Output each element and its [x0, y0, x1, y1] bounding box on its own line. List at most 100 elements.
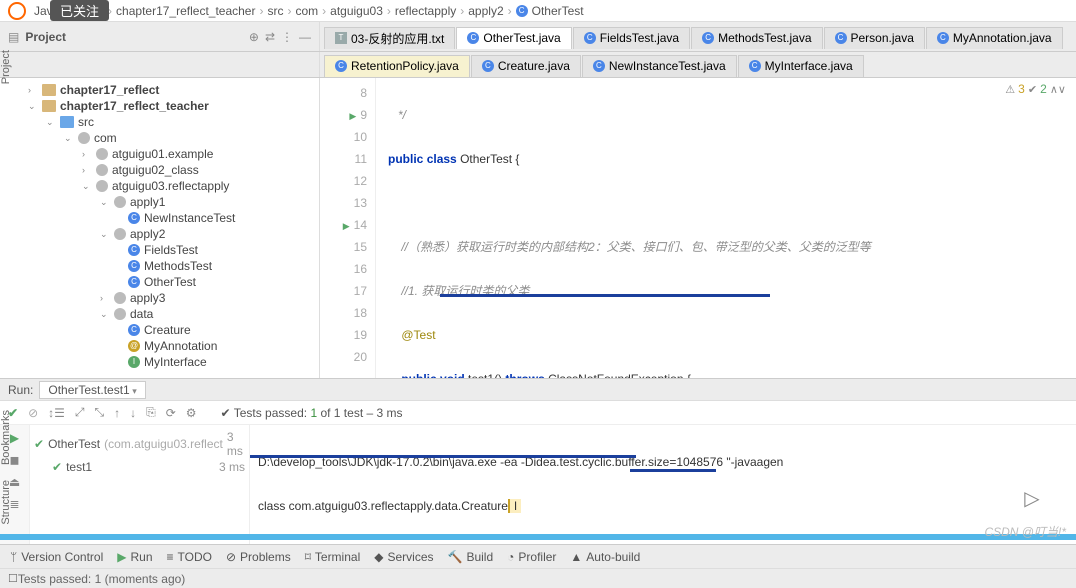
gear-icon[interactable]: ⚙ — [186, 406, 197, 420]
history-icon[interactable]: ⟳ — [166, 406, 176, 420]
todo-icon: ≡ — [167, 550, 174, 564]
bc-current[interactable]: OtherTest — [532, 4, 584, 18]
hide-icon[interactable]: — — [299, 30, 311, 44]
code-line: @Test — [388, 324, 1076, 346]
src-folder-icon — [60, 116, 74, 128]
tab-label: MyAnnotation.java — [953, 31, 1052, 45]
tree-node[interactable]: CMethodsTest — [0, 258, 319, 274]
package-icon — [96, 148, 108, 160]
sort-icon[interactable]: ↕☰ — [48, 406, 65, 420]
tab-retentionpolicy[interactable]: CRetentionPolicy.java — [324, 55, 470, 77]
project-tree[interactable]: ›chapter17_reflect ⌄chapter17_reflect_te… — [0, 78, 320, 378]
line-num[interactable]: 14 — [320, 214, 367, 236]
tab-run[interactable]: ▶Run — [117, 550, 152, 564]
export-icon[interactable]: ⎘ — [146, 405, 156, 420]
tree-node[interactable]: C FieldsTest — [0, 242, 319, 258]
tree-label: MyAnnotation — [144, 339, 217, 353]
test-node-root[interactable]: ✔OtherTest (com.atguigu03.reflect3 ms — [34, 429, 245, 459]
tab-txt[interactable]: T03-反射的应用.txt — [324, 27, 455, 49]
run-config-chip[interactable]: OtherTest.test1 — [39, 381, 145, 399]
test-node-child[interactable]: ✔test13 ms — [34, 459, 245, 475]
fail-icon[interactable]: ⊘ — [28, 406, 38, 420]
bc-item[interactable]: com — [295, 4, 318, 18]
hammer-icon: 🔨 — [448, 550, 463, 564]
tab-othertest[interactable]: COtherTest.java — [456, 27, 571, 49]
annotation-underline — [440, 294, 770, 297]
tab-terminal[interactable]: ⌑Terminal — [305, 550, 361, 564]
bc-item[interactable]: chapter17_reflect_teacher — [116, 4, 255, 18]
tab-myannotation[interactable]: CMyAnnotation.java — [926, 27, 1063, 49]
class-icon: C — [128, 244, 140, 256]
next-icon[interactable]: ↓ — [130, 406, 136, 420]
bc-item[interactable]: reflectapply — [395, 4, 456, 18]
tree-label: apply2 — [130, 227, 165, 241]
tree-node[interactable]: ⌄apply2 — [0, 226, 319, 242]
autobuild-icon: ▲ — [570, 550, 582, 564]
expand-all-icon[interactable]: ⤢ — [75, 405, 85, 420]
tab-todo[interactable]: ≡TODO — [167, 550, 212, 564]
tree-node[interactable]: CNewInstanceTest — [0, 210, 319, 226]
code-editor[interactable]: 8 9 10 11 12 13 14 15 16 17 18 19 20 */ … — [320, 78, 1076, 378]
tabs-row-2: CRetentionPolicy.java CCreature.java CNe… — [0, 52, 1076, 78]
tab-label: Person.java — [851, 31, 914, 45]
bc-item[interactable]: apply2 — [468, 4, 503, 18]
tab-autobuild[interactable]: ▲Auto-build — [570, 550, 640, 564]
tab-newinstancetest[interactable]: CNewInstanceTest.java — [582, 55, 737, 77]
test-tree[interactable]: ✔OtherTest (com.atguigu03.reflect3 ms ✔t… — [30, 425, 250, 544]
bc-item[interactable]: atguigu03 — [330, 4, 383, 18]
status-bar: ☐ Tests passed: 1 (moments ago) — [0, 568, 1076, 588]
tab-methodstest[interactable]: CMethodsTest.java — [691, 27, 822, 49]
tab-profiler[interactable]: ◔Profiler — [507, 550, 556, 564]
package-icon — [96, 180, 108, 192]
console-output[interactable]: D:\develop_tools\JDK\jdk-17.0.2\bin\java… — [250, 425, 1076, 544]
collapse-all-icon[interactable]: ⤡ — [95, 405, 105, 420]
code-body[interactable]: */ public class OtherTest { //（熟悉）获取运行时类… — [376, 78, 1076, 378]
tree-node[interactable]: ⌄chapter17_reflect_teacher — [0, 98, 319, 114]
tree-node[interactable]: @MyAnnotation — [0, 338, 319, 354]
tab-build[interactable]: 🔨Build — [448, 550, 494, 564]
bc-item[interactable]: src — [267, 4, 283, 18]
tree-label: data — [130, 307, 153, 321]
package-icon — [96, 164, 108, 176]
editor-tabs-2: CRetentionPolicy.java CCreature.java CNe… — [320, 53, 1076, 77]
tab-version-control[interactable]: ᛘVersion Control — [10, 550, 103, 564]
project-dropdown-icon[interactable]: ▤ — [8, 30, 19, 44]
tree-node[interactable]: ⌄data — [0, 306, 319, 322]
tree-node[interactable]: COtherTest — [0, 274, 319, 290]
tree-node[interactable]: ›atguigu01.example — [0, 146, 319, 162]
profiler-icon: ◔ — [507, 550, 514, 564]
line-num[interactable]: 9 — [320, 104, 367, 126]
tab-services[interactable]: ◆Services — [374, 550, 433, 564]
tab-myinterface[interactable]: CMyInterface.java — [738, 55, 864, 77]
tree-node[interactable]: ⌄apply1 — [0, 194, 319, 210]
watermark: CSDN @叮当!* — [984, 523, 1066, 540]
inspection-badge[interactable]: ⚠ 3 ✔ 2 ∧∨ — [1005, 82, 1066, 96]
tree-label: MyInterface — [144, 355, 207, 369]
settings-icon[interactable]: ⋮ — [281, 30, 293, 44]
code-line: public void test1() throws ClassNotFound… — [388, 368, 1076, 378]
tree-node[interactable]: ›atguigu02_class — [0, 162, 319, 178]
tree-node[interactable]: CCreature — [0, 322, 319, 338]
video-play-overlay[interactable]: ▷ — [1002, 476, 1062, 520]
side-tab-project[interactable]: Project — [0, 50, 20, 84]
tree-node[interactable]: ›apply3 — [0, 290, 319, 306]
tree-node[interactable]: ⌄atguigu03.reflectapply — [0, 178, 319, 194]
tree-node[interactable]: ⌄com — [0, 130, 319, 146]
prev-icon[interactable]: ↑ — [114, 406, 120, 420]
tree-node[interactable]: IMyInterface — [0, 354, 319, 370]
tree-label: FieldsTest — [144, 243, 198, 257]
side-tab-structure[interactable]: Structure — [0, 480, 20, 525]
expand-icon[interactable]: ⇄ — [265, 30, 275, 44]
tree-label: chapter17_reflect — [60, 83, 159, 97]
tab-problems[interactable]: ⊘Problems — [226, 550, 291, 564]
tab-person[interactable]: CPerson.java — [824, 27, 925, 49]
side-tab-bookmarks[interactable]: Bookmarks — [0, 410, 20, 465]
class-icon: C — [128, 212, 140, 224]
tab-creature[interactable]: CCreature.java — [471, 55, 581, 77]
tree-label: atguigu02_class — [112, 163, 199, 177]
collapse-icon[interactable]: ⊕ — [249, 30, 259, 44]
tree-node[interactable]: ›chapter17_reflect — [0, 82, 319, 98]
run-tool-window: Run: OtherTest.test1 ✔ ⊘ ↕☰ ⤢ ⤡ ↑ ↓ ⎘ ⟳ … — [0, 378, 1076, 544]
tree-node[interactable]: ⌄src — [0, 114, 319, 130]
tab-fieldstest[interactable]: CFieldsTest.java — [573, 27, 690, 49]
